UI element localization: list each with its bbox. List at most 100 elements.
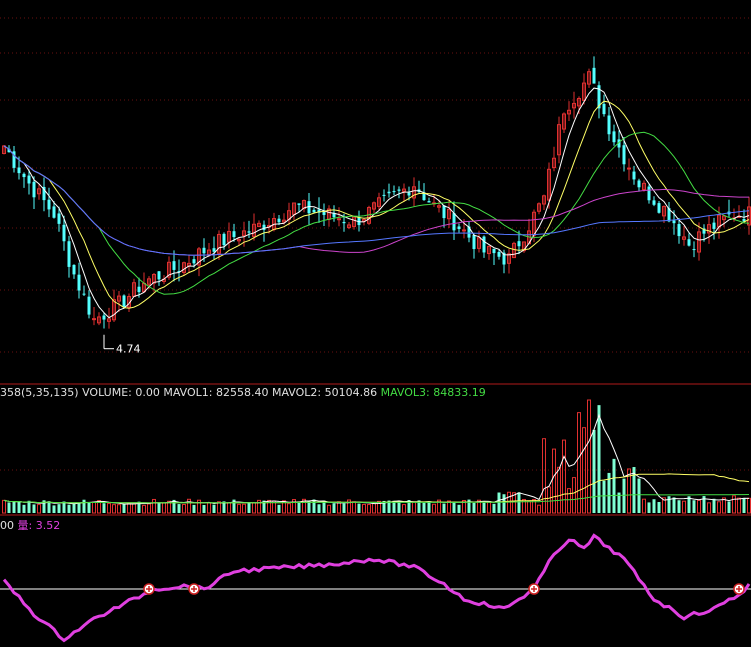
indicator-value: 3.52 (35, 519, 61, 532)
ma5-line (3, 87, 750, 319)
volume-bar (67, 504, 71, 513)
volume-bar (7, 502, 11, 513)
volume-bar (252, 502, 256, 514)
volume-value: VOLUME: 0.00 (82, 386, 160, 399)
volume-bar (192, 504, 196, 513)
volume-bar (557, 466, 561, 514)
volume-bar (597, 405, 601, 513)
volume-bar (712, 498, 716, 513)
candle-body (22, 173, 26, 178)
ma120-line (3, 145, 750, 256)
volume-bar (717, 501, 721, 514)
volume-bar (122, 504, 126, 513)
volume-bar (62, 501, 66, 513)
volume-bar (577, 412, 581, 514)
volume-bar (367, 504, 371, 514)
volume-bar (202, 504, 206, 513)
candle-body (612, 131, 616, 143)
candle-body (657, 203, 661, 213)
volume-bar (352, 501, 356, 514)
candle-body (637, 180, 641, 188)
mavol3-value: MAVOL3: 84833.19 (380, 386, 486, 399)
indicator-line (2, 533, 751, 643)
volume-bar (307, 501, 311, 513)
volume-bar (502, 494, 506, 513)
volume-bar (87, 501, 91, 513)
volume-bar (247, 502, 251, 513)
candle-body (312, 209, 316, 213)
candle-body (492, 248, 496, 254)
candle-body (82, 293, 86, 295)
candle-body (277, 218, 281, 223)
mavol1-line (3, 413, 750, 505)
candle-body (622, 145, 626, 165)
volume-bar (472, 502, 476, 513)
candle-body (472, 234, 476, 250)
volume-bar (182, 504, 186, 514)
candle-body (592, 67, 596, 84)
volume-bar (642, 498, 646, 514)
volume-bar (142, 504, 146, 514)
candle-body (517, 241, 521, 247)
volume-bar (242, 503, 246, 514)
volume-bar (287, 503, 291, 514)
candle-body (397, 189, 401, 191)
volume-bar (402, 504, 406, 514)
volume-bar (612, 458, 616, 513)
indicator-name: 量: (17, 519, 33, 532)
volume-bar (657, 502, 661, 513)
volume-bar (212, 504, 216, 513)
candle-body (387, 191, 391, 194)
volume-bar (237, 503, 241, 514)
volume-bar (112, 504, 116, 514)
volume-bar (327, 504, 331, 514)
candle-body (157, 271, 161, 280)
volume-bar (482, 502, 486, 513)
volume-bar (332, 503, 336, 513)
candle-body (52, 206, 56, 218)
candle-body (457, 226, 461, 229)
volume-bar (102, 503, 106, 513)
volume-bar (652, 499, 656, 513)
candle-body (297, 203, 301, 205)
candle-body (652, 200, 656, 205)
volume-header: 358(5,35,135) VOLUME: 0.00 MAVOL1: 82558… (0, 386, 486, 399)
volume-bar (157, 503, 161, 513)
volume-bar (72, 503, 76, 513)
volume-bar (17, 501, 21, 513)
candle-body (232, 231, 236, 238)
volume-bar (412, 501, 416, 514)
volume-bar (207, 502, 211, 514)
candle-body (192, 259, 196, 264)
mavol2-value: MAVOL2: 50104.86 (271, 386, 378, 399)
ma60-line (3, 145, 749, 256)
candle-body (72, 264, 76, 275)
volume-bar (22, 504, 26, 513)
volume-bar (362, 503, 366, 514)
candle-body (247, 231, 251, 233)
candle-body (602, 103, 606, 115)
volume-bar (297, 501, 301, 513)
candle-body (222, 233, 226, 246)
candle-body (102, 315, 106, 320)
volume-bar (82, 499, 86, 513)
candle-body (672, 220, 676, 224)
volume-bar (547, 486, 551, 514)
candle-body (202, 247, 206, 254)
candle-body (427, 201, 431, 203)
volume-bar (637, 478, 641, 513)
volume-bar (742, 498, 746, 513)
candle-body (632, 171, 636, 180)
candle-body (87, 296, 91, 315)
volume-bar (432, 503, 436, 514)
volume-bar (567, 488, 571, 514)
volume-bar (442, 503, 446, 513)
candle-body (677, 224, 681, 237)
candle-body (407, 192, 411, 196)
volume-bar (487, 500, 491, 514)
mavol3-line (3, 494, 750, 504)
volume-bar (162, 502, 166, 514)
volume-bar (132, 503, 136, 514)
candle-body (627, 167, 631, 170)
low-price-label: 4.74 (116, 343, 141, 356)
